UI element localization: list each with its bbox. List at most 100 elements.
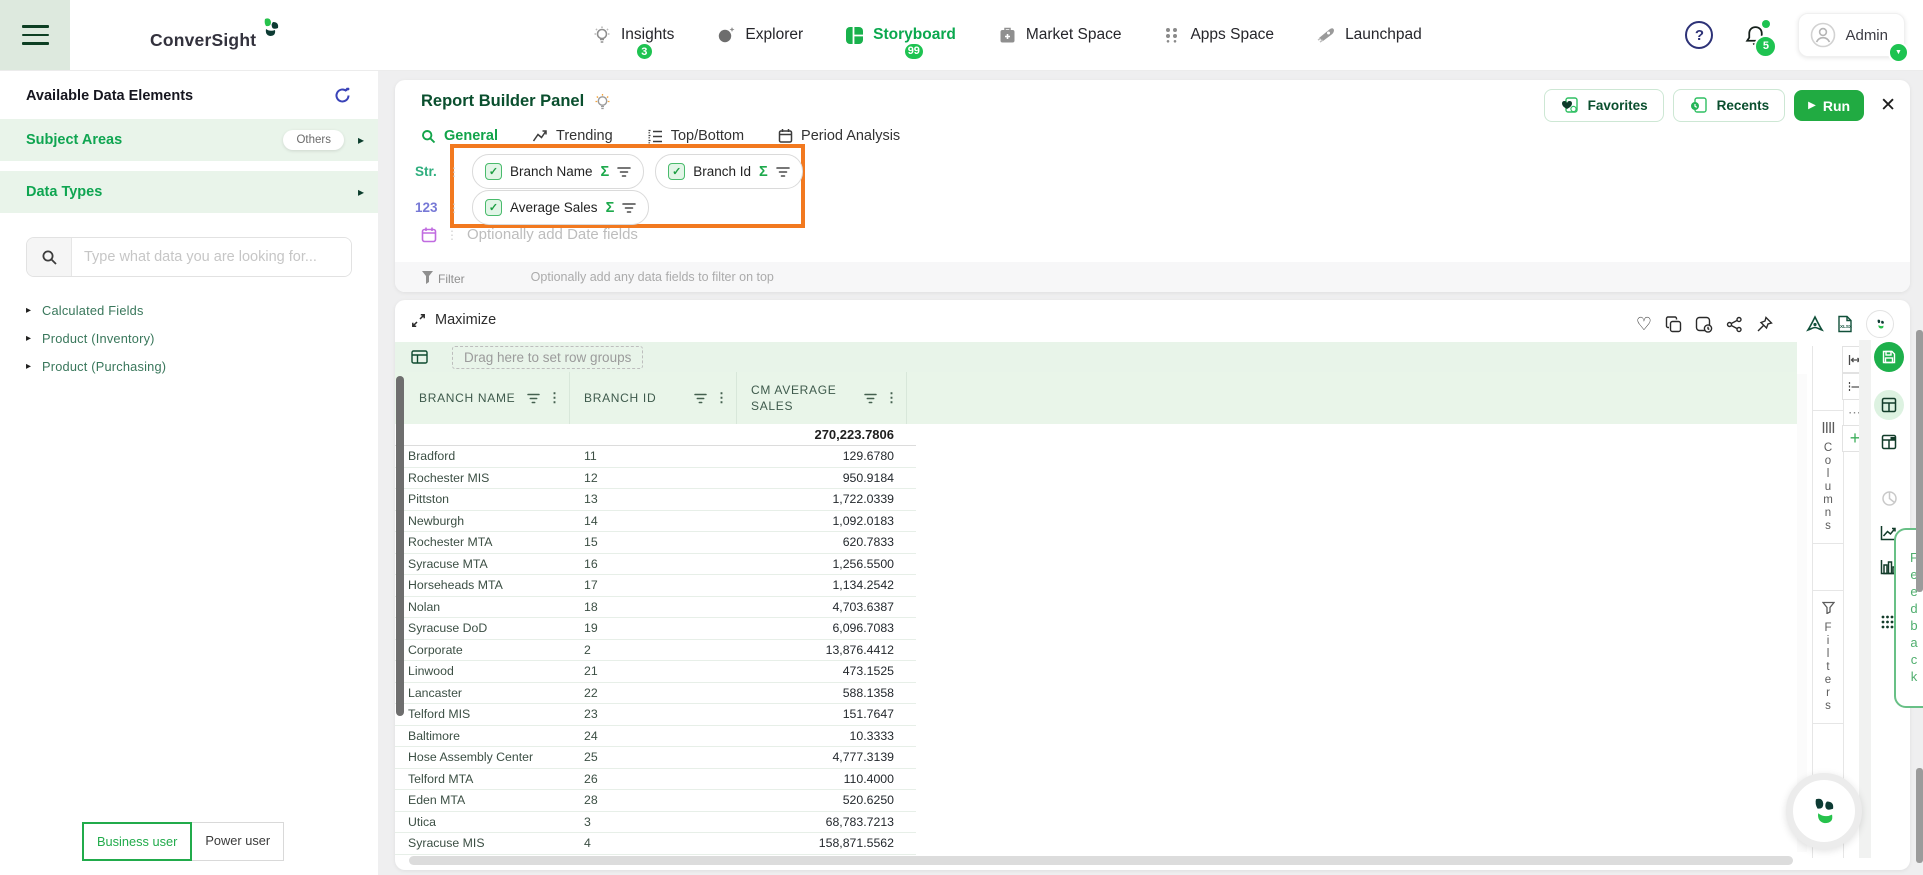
share-icon[interactable] (1726, 316, 1743, 333)
table-row[interactable]: Corporate213,876.4412 (395, 640, 916, 662)
tab-trending[interactable]: Trending (532, 128, 613, 144)
tree-item[interactable]: ▸Product (Purchasing) (26, 359, 378, 374)
numeric-chips: ✓Average SalesΣ (472, 190, 649, 225)
run-button[interactable]: ▶ Run (1794, 90, 1864, 121)
sigma-aggregation-icon[interactable]: Σ (601, 164, 610, 180)
close-panel-button[interactable]: ✕ (1880, 94, 1896, 117)
tab-general[interactable]: General (421, 128, 498, 144)
table-row[interactable]: Rochester MIS12950.9184 (395, 468, 916, 490)
table-row[interactable]: Syracuse DoD196,096.7083 (395, 618, 916, 640)
side-tab-filters[interactable]: Filters (1813, 590, 1843, 724)
checkbox-icon[interactable]: ✓ (668, 163, 685, 180)
conversight-chat-bubble[interactable] (1786, 773, 1862, 849)
refresh-icon[interactable] (333, 86, 352, 105)
sigma-aggregation-icon[interactable]: Σ (759, 164, 768, 180)
pie-chart-icon[interactable] (1881, 490, 1898, 507)
nav-market-space[interactable]: Market Space (998, 26, 1122, 45)
tree-item[interactable]: ▸ Product (Inventory) (26, 331, 378, 346)
caret-right-icon[interactable]: ▸ (26, 333, 31, 344)
nav-apps-space[interactable]: Apps Space (1163, 26, 1274, 44)
column-header-cm-average-sales[interactable]: CM AVERAGE SALES ⋮ (737, 372, 907, 424)
table-row[interactable]: Nolan184,703.6387 (395, 597, 916, 619)
table-row[interactable]: Syracuse MIS4158,871.5562 (395, 833, 916, 855)
table-row[interactable]: Rochester MTA15620.7833 (395, 532, 916, 554)
nav-explorer[interactable]: Explorer (716, 25, 803, 45)
filter-drop-zone[interactable]: Filter Optionally add any data fields to… (395, 262, 1910, 292)
table-row[interactable]: Lancaster22588.1358 (395, 683, 916, 705)
caret-right-icon[interactable]: ▸ (26, 305, 31, 316)
export-pdf-icon[interactable] (1806, 315, 1824, 333)
table-row[interactable]: Utica368,783.7213 (395, 812, 916, 834)
tree-item[interactable]: ▸Calculated Fields (26, 303, 378, 318)
tree-item-label: Product (Inventory) (42, 331, 155, 346)
checkbox-icon[interactable]: ✓ (485, 163, 502, 180)
help-button[interactable]: ? (1685, 21, 1713, 49)
notifications-button[interactable]: 5 (1743, 23, 1768, 48)
business-user-button[interactable]: Business user (82, 822, 192, 861)
side-tab-columns[interactable]: Columns (1813, 410, 1843, 544)
bulb-icon[interactable] (594, 93, 611, 111)
table-row[interactable]: Horseheads MTA171,134.2542 (395, 575, 916, 597)
nav-launchpad[interactable]: Launchpad (1316, 25, 1422, 45)
drag-handle-icon[interactable]: ⋮ (448, 165, 460, 179)
window-scrollbar-thumb[interactable] (1916, 330, 1923, 592)
nav-label: Apps Space (1190, 26, 1274, 44)
table-row[interactable]: Hose Assembly Center254,777.3139 (395, 747, 916, 769)
row-groups-drop-zone[interactable]: Drag here to set row groups (395, 342, 1797, 372)
favorites-button[interactable]: Favorites (1544, 89, 1664, 122)
date-fields-row[interactable]: ⋮ Optionally add Date fields (421, 226, 638, 243)
table-row[interactable]: Bradford11129.6780 (395, 446, 916, 468)
field-chip[interactable]: ✓Branch IdΣ (655, 154, 803, 189)
others-badge[interactable]: Others (283, 130, 344, 150)
user-name: Admin (1845, 27, 1888, 44)
table-row[interactable]: Telford MIS23151.7647 (395, 704, 916, 726)
sigma-aggregation-icon[interactable]: Σ (606, 200, 615, 216)
field-chip[interactable]: ✓Average SalesΣ (472, 190, 649, 225)
column-menu-icon[interactable]: ⋮ (548, 390, 561, 406)
table-view-icon[interactable] (1874, 390, 1904, 420)
column-filter-icon[interactable] (864, 393, 877, 404)
table-row[interactable]: Pittston131,722.0339 (395, 489, 916, 511)
power-user-button[interactable]: Power user (192, 822, 284, 861)
table-row[interactable]: Telford MTA26110.4000 (395, 769, 916, 791)
table-row[interactable]: Baltimore2410.3333 (395, 726, 916, 748)
column-header-branch-id[interactable]: BRANCH ID ⋮ (570, 372, 737, 424)
chip-filter-icon[interactable] (622, 202, 636, 214)
sidebar-item-data-types[interactable]: Data Types ▸ (0, 171, 378, 213)
chip-filter-icon[interactable] (617, 166, 631, 178)
column-header-branch-name[interactable]: BRANCH NAME ⋮ (405, 372, 570, 424)
table-row[interactable]: Eden MTA28520.6250 (395, 790, 916, 812)
tab-top-bottom[interactable]: Top/Bottom (647, 128, 744, 144)
user-menu[interactable]: Admin ▼ (1798, 13, 1905, 57)
field-chip[interactable]: ✓Branch NameΣ (472, 154, 644, 189)
grid-horizontal-scrollbar[interactable] (409, 856, 1793, 865)
export-xlsx-icon[interactable]: XLSX (1837, 315, 1853, 333)
window-scrollbar-thumb[interactable] (1916, 768, 1923, 863)
nav-insights[interactable]: Insights 3 (592, 25, 674, 45)
grid-vertical-scrollbar-thumb[interactable] (396, 376, 404, 716)
column-filter-icon[interactable] (694, 393, 707, 404)
table-row[interactable]: Syracuse MTA161,256.5500 (395, 554, 916, 576)
drag-handle-icon[interactable]: ⋮ (448, 201, 460, 215)
pivot-view-icon[interactable] (1881, 434, 1897, 450)
duplicate-schedule-icon[interactable] (1695, 316, 1713, 333)
chip-filter-icon[interactable] (776, 166, 790, 178)
checkbox-icon[interactable]: ✓ (485, 199, 502, 216)
caret-right-icon[interactable]: ▸ (26, 361, 31, 372)
hamburger-menu-button[interactable] (0, 0, 70, 70)
table-row[interactable]: Linwood21473.1525 (395, 661, 916, 683)
column-menu-icon[interactable]: ⋮ (715, 390, 728, 406)
tab-period-analysis[interactable]: Period Analysis (778, 128, 900, 144)
table-row[interactable]: Newburgh141,092.0183 (395, 511, 916, 533)
recents-button[interactable]: Recents (1673, 89, 1786, 122)
column-menu-icon[interactable]: ⋮ (885, 390, 898, 406)
copy-icon[interactable] (1665, 316, 1682, 333)
nav-storyboard[interactable]: Storyboard 99 (845, 26, 956, 45)
column-filter-icon[interactable] (527, 393, 540, 404)
pin-icon[interactable] (1756, 316, 1773, 333)
save-view-icon[interactable] (1874, 342, 1904, 372)
favorite-heart-icon[interactable]: ♡ (1636, 315, 1652, 333)
maximize-button[interactable]: Maximize (411, 312, 496, 328)
sidebar-item-subject-areas[interactable]: Subject Areas Others ▸ (0, 119, 378, 161)
search-input[interactable] (72, 238, 351, 276)
